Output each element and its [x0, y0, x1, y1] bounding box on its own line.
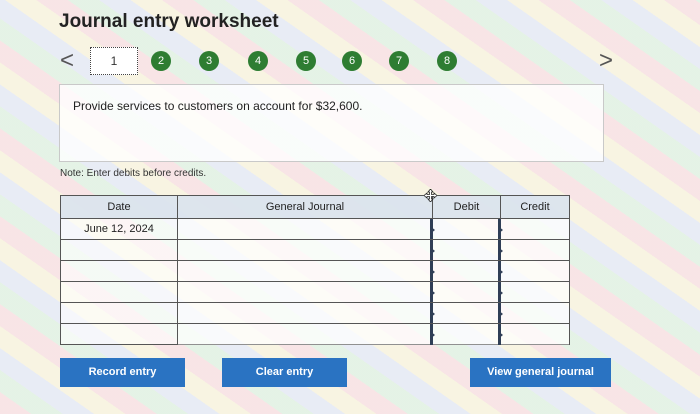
date-cell[interactable] — [61, 261, 178, 281]
date-cell[interactable]: June 12, 2024 — [61, 219, 178, 239]
debit-input[interactable] — [430, 261, 501, 281]
table-row — [61, 324, 569, 345]
credit-input[interactable] — [498, 282, 569, 302]
journal-table: Date General Journal Debit Credit June 1… — [60, 195, 570, 345]
debit-field[interactable] — [435, 326, 496, 343]
date-cell[interactable] — [61, 303, 178, 323]
account-field[interactable] — [180, 221, 428, 237]
step-5-tab[interactable]: 5 — [296, 51, 316, 71]
transaction-prompt-box: Provide services to customers on account… — [59, 84, 604, 162]
view-general-journal-button[interactable]: View general journal — [470, 358, 611, 387]
account-field[interactable] — [180, 305, 428, 321]
credit-input[interactable] — [498, 240, 569, 260]
debit-field[interactable] — [435, 284, 496, 300]
account-field[interactable] — [180, 263, 428, 279]
debit-field[interactable] — [435, 305, 496, 321]
credit-field[interactable] — [503, 263, 567, 279]
account-input[interactable] — [178, 219, 433, 239]
credit-header: Credit — [520, 201, 550, 213]
debit-input[interactable] — [430, 282, 501, 302]
credit-input[interactable] — [498, 261, 569, 281]
date-cell[interactable] — [61, 240, 178, 260]
debit-input[interactable] — [430, 240, 501, 260]
date-header: Date — [61, 196, 178, 218]
account-input[interactable] — [178, 261, 433, 281]
account-field[interactable] — [180, 326, 428, 343]
journal-header-row: Date General Journal Debit Credit — [61, 196, 569, 219]
account-field[interactable] — [180, 284, 428, 300]
account-input[interactable] — [178, 303, 433, 323]
step-6-tab[interactable]: 6 — [342, 51, 362, 71]
table-row — [61, 303, 569, 324]
step-2-tab[interactable]: 2 — [151, 51, 171, 71]
clear-entry-button[interactable]: Clear entry — [222, 358, 347, 387]
credit-field[interactable] — [503, 305, 567, 321]
date-cell[interactable] — [61, 324, 178, 345]
step-8-tab[interactable]: 8 — [437, 51, 457, 71]
step-4-tab[interactable]: 4 — [248, 51, 268, 71]
step-7-tab[interactable]: 7 — [389, 51, 409, 71]
debit-field[interactable] — [435, 221, 496, 237]
debit-header: Debit — [433, 196, 501, 218]
debit-input[interactable] — [430, 219, 501, 239]
debit-input[interactable] — [430, 303, 501, 323]
debits-note: Note: Enter debits before credits. — [60, 168, 207, 179]
credit-input[interactable] — [498, 324, 569, 345]
page-title: Journal entry worksheet — [59, 11, 279, 32]
step-1-tab[interactable]: 1 — [90, 47, 138, 75]
debit-field[interactable] — [435, 242, 496, 258]
date-value: June 12, 2024 — [84, 223, 154, 235]
credit-field[interactable] — [503, 284, 567, 300]
credit-input[interactable] — [498, 219, 569, 239]
chevron-right-icon[interactable]: > — [596, 48, 616, 74]
table-row — [61, 261, 569, 282]
debit-field[interactable] — [435, 263, 496, 279]
account-field[interactable] — [180, 242, 428, 258]
table-row: June 12, 2024 — [61, 219, 569, 240]
chevron-left-icon[interactable]: < — [57, 48, 77, 74]
step-3-tab[interactable]: 3 — [199, 51, 219, 71]
account-input[interactable] — [178, 282, 433, 302]
table-row — [61, 282, 569, 303]
account-input[interactable] — [178, 240, 433, 260]
move-cursor-icon — [424, 189, 437, 202]
general-journal-header: General Journal — [178, 196, 433, 218]
credit-input[interactable] — [498, 303, 569, 323]
debit-input[interactable] — [430, 324, 501, 345]
record-entry-button[interactable]: Record entry — [60, 358, 185, 387]
transaction-prompt: Provide services to customers on account… — [73, 99, 363, 113]
date-cell[interactable] — [61, 282, 178, 302]
table-row — [61, 240, 569, 261]
account-input[interactable] — [178, 324, 433, 345]
credit-field[interactable] — [503, 221, 567, 237]
credit-field[interactable] — [503, 326, 567, 343]
credit-field[interactable] — [503, 242, 567, 258]
